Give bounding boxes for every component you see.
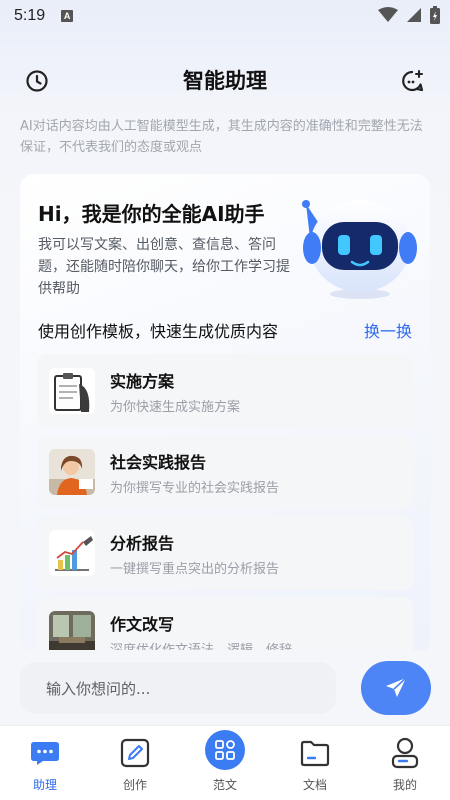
template-item-plan[interactable]: 实施方案 为你快速生成实施方案 [37, 354, 413, 428]
edit-icon [115, 736, 155, 770]
tab-documents[interactable]: 文档 [270, 726, 360, 800]
content-divider [0, 650, 450, 654]
tab-create[interactable]: 创作 [90, 726, 180, 800]
clock-icon[interactable] [24, 68, 50, 94]
grid-icon [205, 730, 245, 770]
switch-templates-button[interactable]: 换一换 [364, 318, 412, 342]
status-icons [378, 6, 440, 24]
template-item-essay-rewrite[interactable]: 作文改写 深度优化作文语法、逻辑、修辞 [37, 597, 413, 654]
signal-icon [407, 8, 421, 22]
tab-label: 范文 [212, 778, 237, 792]
template-item-subtitle: 为你撰写专业的社会实践报告 [110, 481, 280, 496]
template-item-social-practice[interactable]: 社会实践报告 为你撰写专业的社会实践报告 [37, 435, 413, 509]
template-item-analysis[interactable]: 分析报告 一键撰写重点突出的分析报告 [37, 516, 413, 590]
tab-label: 我的 [392, 778, 417, 792]
tab-label: 文档 [302, 778, 327, 792]
tab-label: 创作 [122, 778, 147, 792]
template-item-title: 实施方案 [110, 372, 175, 391]
user-icon [385, 736, 425, 770]
send-icon [386, 677, 407, 697]
bar-chart-icon [49, 530, 95, 576]
tab-profile[interactable]: 我的 [360, 726, 450, 800]
message-input[interactable]: 输入你想问的... [20, 662, 336, 714]
send-button[interactable] [361, 661, 431, 715]
app-header: 智能助理 [0, 58, 450, 102]
assistant-card: Hi，我是你的全能AI助手 我可以写文案、出创意、查信息、答问题，还能随时陪你聊… [20, 174, 430, 654]
template-item-subtitle: 为你快速生成实施方案 [110, 400, 241, 415]
status-time: 5:19 [14, 7, 46, 24]
input-placeholder: 输入你想问的... [46, 679, 151, 698]
hero-description: 我可以写文案、出创意、查信息、答问题，还能随时陪你聊天，给你工作学习提供帮助 [38, 237, 290, 297]
chat-bubble-plus-icon[interactable] [400, 68, 426, 94]
template-item-title: 社会实践报告 [110, 453, 207, 472]
tab-assistant[interactable]: 助理 [0, 726, 90, 800]
tab-label: 助理 [32, 778, 57, 792]
page-title: 智能助理 [183, 69, 267, 93]
disclaimer-text: AI对话内容均由人工智能模型生成，其生成内容的准确性和完整性无法保证，不代表我们… [20, 119, 423, 155]
robot-mascot-icon [302, 200, 417, 299]
desk-photo-icon [49, 611, 95, 654]
status-badge: A [61, 10, 74, 22]
chat-icon [25, 736, 65, 770]
clipboard-icon [49, 368, 95, 414]
person-photo-icon [49, 449, 95, 495]
template-item-subtitle: 一键撰写重点突出的分析报告 [110, 562, 280, 577]
folder-icon [295, 736, 335, 770]
bottom-tab-bar: 助理 创作 范文 文档 我的 [0, 725, 450, 800]
tab-samples[interactable]: 范文 [180, 726, 270, 800]
status-bar: 5:19 A [0, 0, 450, 32]
battery-icon [430, 6, 440, 24]
templates-title: 使用创作模板，快速生成优质内容 [38, 322, 279, 341]
hero-title: Hi，我是你的全能AI助手 [38, 202, 265, 226]
template-item-title: 作文改写 [110, 615, 175, 634]
templates-header: 使用创作模板，快速生成优质内容 换一换 [38, 318, 412, 342]
template-item-title: 分析报告 [110, 534, 175, 553]
wifi-icon [378, 7, 398, 22]
